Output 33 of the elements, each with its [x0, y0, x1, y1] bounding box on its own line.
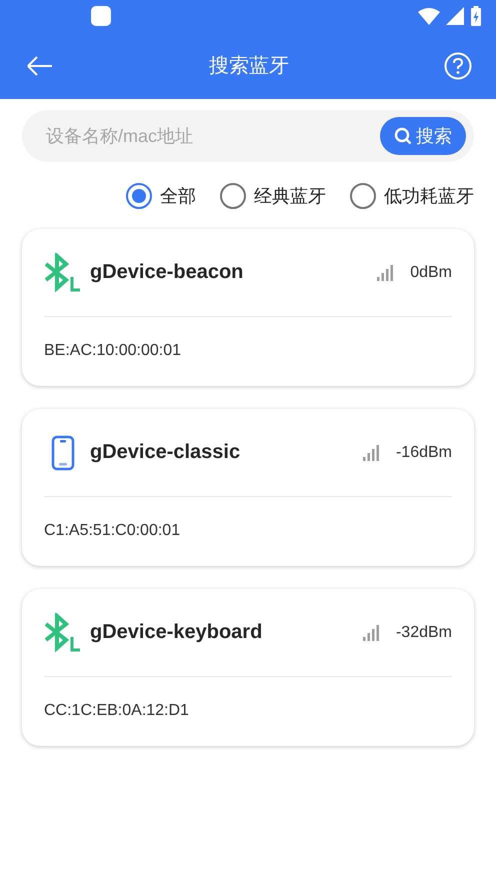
mac-address: BE:AC:10:00:00:01	[44, 342, 182, 360]
filter-radio[interactable]: 低功耗蓝牙	[350, 183, 474, 209]
device-name: gDevice-keyboard	[90, 621, 264, 644]
cellular-signal-icon	[446, 7, 464, 25]
bluetooth-icon	[44, 252, 82, 292]
device-card[interactable]: gDevice-beacon 0dBm BE:AC:10:00:00:01	[22, 229, 474, 386]
signal-reading: 0dBm	[410, 264, 452, 282]
mac-address: CC:1C:EB:0A:12:D1	[44, 702, 190, 720]
help-button[interactable]	[444, 52, 472, 80]
filter-label: 经典蓝牙	[254, 185, 326, 208]
filter-radio[interactable]: 全部	[126, 183, 196, 209]
search-field[interactable]: 设备名称/mac地址 搜索	[22, 110, 474, 162]
signal-strength-icon	[376, 264, 394, 282]
mac-address: C1:A5:51:C0:00:01	[44, 522, 182, 540]
notification-icon	[90, 5, 112, 27]
signal-reading: -16dBm	[396, 444, 452, 462]
filter-label: 全部	[160, 185, 196, 208]
search-icon	[394, 127, 412, 145]
filter-label: 低功耗蓝牙	[384, 185, 474, 208]
page-title: 搜索蓝牙	[209, 54, 289, 79]
device-card[interactable]: gDevice-classic -16dBm C1:A5:51:C0:00:01	[22, 409, 474, 566]
signal-strength-icon	[362, 444, 380, 462]
wifi-icon	[418, 7, 440, 25]
bluetooth-icon	[44, 612, 82, 652]
signal-strength-icon	[362, 624, 380, 642]
device-name: gDevice-classic	[90, 441, 242, 464]
signal-reading: -32dBm	[396, 624, 452, 642]
back-button[interactable]	[26, 54, 54, 78]
search-button[interactable]: 搜索	[380, 117, 466, 155]
device-card[interactable]: gDevice-keyboard -32dBm CC:1C:EB:0A:12:D1	[22, 589, 474, 746]
filter-radio[interactable]: 经典蓝牙	[220, 183, 326, 209]
device-name: gDevice-beacon	[90, 261, 244, 284]
battery-icon	[470, 6, 482, 26]
